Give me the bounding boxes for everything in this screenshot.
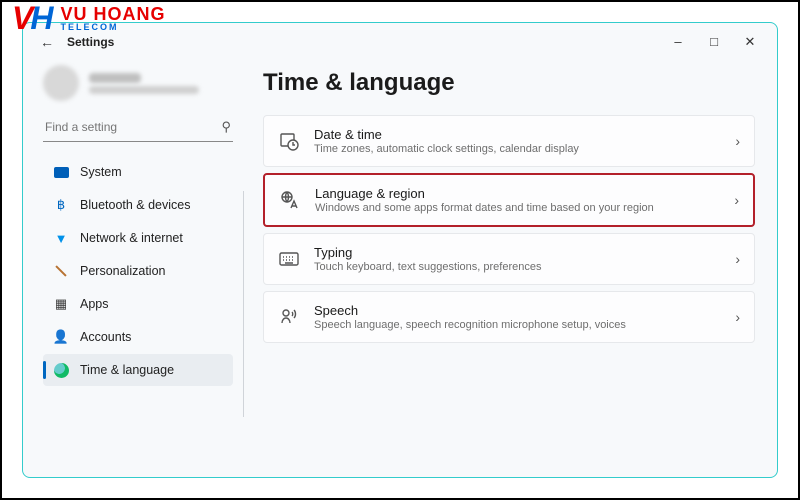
- settings-window: ← Settings – □ ✕ ⚲ System: [22, 22, 778, 478]
- card-subtitle: Touch keyboard, text suggestions, prefer…: [314, 261, 721, 273]
- page-title: Time & language: [263, 69, 755, 97]
- wifi-icon: ▼: [53, 230, 69, 246]
- card-speech[interactable]: Speech Speech language, speech recogniti…: [263, 291, 755, 343]
- sidebar-item-label: Network & internet: [80, 231, 183, 245]
- watermark-logo: VH VU HOANG TELECOM: [12, 0, 165, 37]
- chevron-right-icon: ›: [735, 133, 740, 149]
- search-box[interactable]: ⚲: [43, 115, 233, 142]
- sidebar: ⚲ System ฿ Bluetooth & devices ▼ Network…: [23, 61, 243, 477]
- bluetooth-icon: ฿: [53, 197, 69, 213]
- close-button[interactable]: ✕: [743, 34, 757, 50]
- card-subtitle: Time zones, automatic clock settings, ca…: [314, 143, 721, 155]
- language-icon: [279, 189, 301, 211]
- watermark-brand: VU HOANG: [60, 5, 165, 23]
- sidebar-item-system[interactable]: System: [43, 156, 233, 188]
- sidebar-item-label: Personalization: [80, 264, 165, 278]
- content-area: Time & language Date & time Time zones, …: [243, 61, 777, 477]
- avatar: [43, 65, 79, 101]
- card-title: Date & time: [314, 127, 721, 142]
- system-icon: [53, 164, 69, 180]
- sidebar-item-network[interactable]: ▼ Network & internet: [43, 222, 233, 254]
- brush-icon: [53, 263, 69, 279]
- globe-clock-icon: [53, 362, 69, 378]
- card-typing[interactable]: Typing Touch keyboard, text suggestions,…: [263, 233, 755, 285]
- card-title: Speech: [314, 303, 721, 318]
- card-date-time[interactable]: Date & time Time zones, automatic clock …: [263, 115, 755, 167]
- sidebar-item-bluetooth[interactable]: ฿ Bluetooth & devices: [43, 189, 233, 221]
- chevron-right-icon: ›: [734, 192, 739, 208]
- profile-email-blur: [89, 86, 199, 94]
- card-title: Language & region: [315, 186, 720, 201]
- vertical-divider: [243, 191, 244, 417]
- search-icon: ⚲: [221, 119, 231, 135]
- sidebar-item-accounts[interactable]: 👤 Accounts: [43, 321, 233, 353]
- sidebar-item-apps[interactable]: ▦ Apps: [43, 288, 233, 320]
- person-icon: 👤: [53, 329, 69, 345]
- card-title: Typing: [314, 245, 721, 260]
- sidebar-item-label: Bluetooth & devices: [80, 198, 191, 212]
- maximize-button[interactable]: □: [707, 34, 721, 50]
- nav-list: System ฿ Bluetooth & devices ▼ Network &…: [43, 156, 233, 386]
- sidebar-item-personalization[interactable]: Personalization: [43, 255, 233, 287]
- window-title: Settings: [67, 35, 114, 49]
- profile-block[interactable]: [43, 61, 233, 115]
- apps-icon: ▦: [53, 296, 69, 312]
- sidebar-item-label: System: [80, 165, 122, 179]
- profile-name-blur: [89, 73, 141, 83]
- sidebar-item-time-language[interactable]: Time & language: [43, 354, 233, 386]
- chevron-right-icon: ›: [735, 251, 740, 267]
- sidebar-item-label: Accounts: [80, 330, 131, 344]
- chevron-right-icon: ›: [735, 309, 740, 325]
- sidebar-item-label: Apps: [80, 297, 109, 311]
- card-subtitle: Speech language, speech recognition micr…: [314, 319, 721, 331]
- calendar-clock-icon: [278, 130, 300, 152]
- keyboard-icon: [278, 248, 300, 270]
- speech-icon: [278, 306, 300, 328]
- card-language-region[interactable]: Language & region Windows and some apps …: [263, 173, 755, 227]
- search-input[interactable]: [45, 120, 221, 134]
- card-subtitle: Windows and some apps format dates and t…: [315, 202, 720, 214]
- sidebar-item-label: Time & language: [80, 363, 174, 377]
- minimize-button[interactable]: –: [671, 34, 685, 50]
- watermark-sub: TELECOM: [60, 23, 165, 32]
